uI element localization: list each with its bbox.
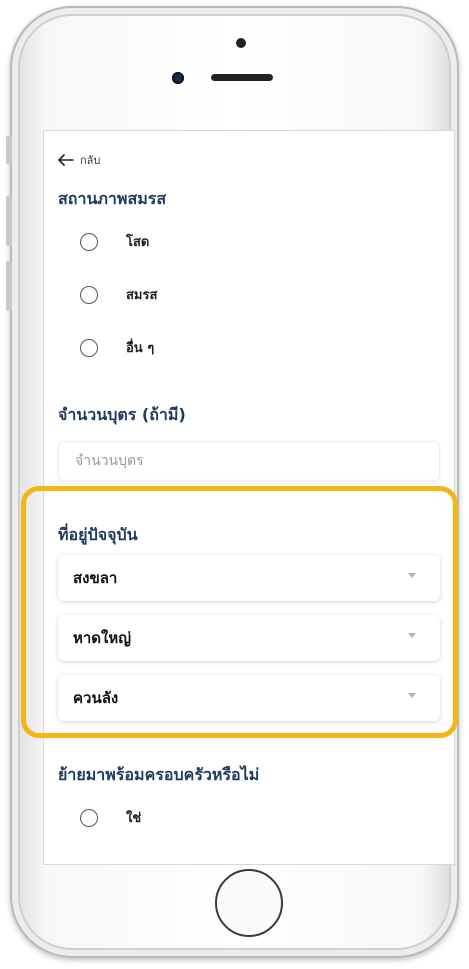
- app-screen: กลับ สถานภาพสมรส โสด สมรส อื่น ๆ จำนวนบุ…: [43, 130, 455, 865]
- back-label: กลับ: [80, 154, 101, 167]
- subdistrict-select[interactable]: ควนลัง: [58, 675, 440, 721]
- radio-circle[interactable]: [80, 232, 98, 251]
- radio-circle[interactable]: [80, 285, 98, 304]
- marital-status-title: สถานภาพสมรส: [58, 189, 167, 208]
- caret-down-icon: [408, 573, 416, 578]
- district-select[interactable]: หาดใหญ่: [58, 615, 440, 661]
- side-button: [6, 136, 12, 164]
- caret-down-icon: [408, 633, 416, 638]
- volume-up-button: [6, 196, 12, 246]
- subdistrict-value: ควนลัง: [73, 689, 119, 707]
- children-count-title: จำนวนบุตร (ถ้ามี): [58, 405, 186, 424]
- arrow-left-icon: [58, 154, 74, 166]
- province-value: สงขลา: [73, 569, 118, 587]
- home-button[interactable]: [215, 869, 283, 937]
- speaker-grille: [211, 74, 273, 81]
- caret-down-icon: [408, 693, 416, 698]
- radio-option-other[interactable]: อื่น ๆ: [80, 337, 154, 358]
- camera-dot: [236, 38, 246, 48]
- radio-label: โสด: [126, 235, 150, 250]
- volume-down-button: [6, 261, 12, 311]
- radio-option-yes[interactable]: ใช่: [80, 807, 141, 828]
- district-value: หาดใหญ่: [73, 629, 132, 647]
- phone-frame: กลับ สถานภาพสมรส โสด สมรส อื่น ๆ จำนวนบุ…: [6, 6, 459, 958]
- radio-option-single[interactable]: โสด: [80, 231, 149, 252]
- relocation-title: ย้ายมาพร้อมครอบครัวหรือไม่: [58, 765, 260, 784]
- radio-label: อื่น ๆ: [126, 341, 155, 356]
- province-select[interactable]: สงขลา: [58, 555, 440, 601]
- radio-label: สมรส: [126, 288, 158, 303]
- radio-circle[interactable]: [80, 338, 98, 357]
- radio-option-married[interactable]: สมรส: [80, 284, 157, 305]
- back-button[interactable]: กลับ: [58, 151, 100, 169]
- front-camera-icon: [172, 72, 184, 84]
- current-address-title: ที่อยู่ปัจจุบัน: [58, 525, 138, 544]
- radio-circle[interactable]: [80, 808, 98, 827]
- radio-label: ใช่: [126, 811, 142, 826]
- children-count-input[interactable]: [58, 441, 440, 481]
